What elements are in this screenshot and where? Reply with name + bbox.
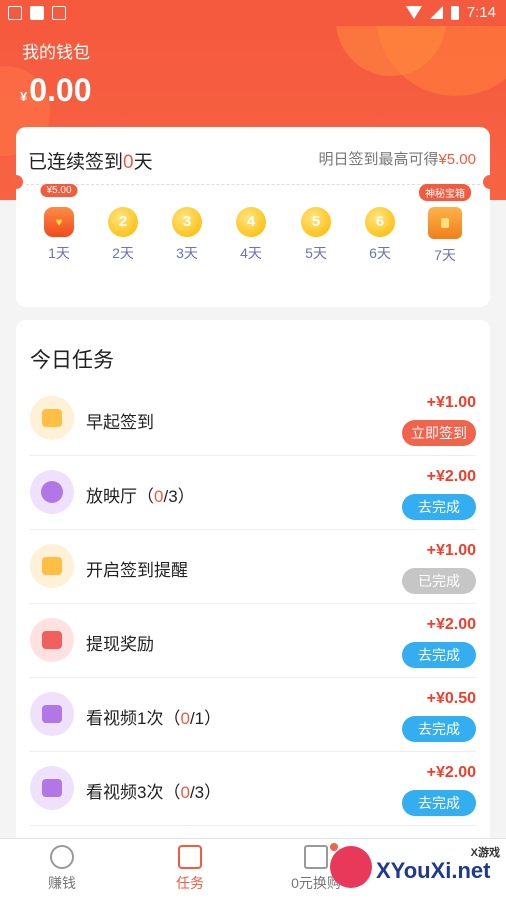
task-name: 开启签到提醒 [86, 561, 188, 580]
wallet-label[interactable]: 我的钱包 [22, 38, 90, 63]
task-reward: +¥1.00 [426, 394, 476, 411]
tab-label: 赚钱 [48, 875, 76, 891]
watermark-text: XYouXi.net [376, 858, 491, 883]
streak-title: 已连续签到0天 [28, 147, 153, 174]
day-2[interactable]: 2 2天 [98, 207, 148, 263]
watermark: X游戏 XYouXi.net [330, 840, 500, 892]
task-reward: +¥2.00 [426, 468, 476, 485]
card-notch [483, 175, 497, 189]
day-label: 1天 [48, 245, 70, 261]
day-5[interactable]: 5 5天 [291, 207, 341, 263]
alarm-clock-icon [30, 544, 74, 588]
video-icon [30, 766, 74, 810]
tasks-card: 今日任务 早起签到 +¥1.00 立即签到 放映厅（0/3） +¥2.00 去完… [16, 320, 490, 860]
day-label: 5天 [305, 245, 327, 261]
gamepad-logo-icon [330, 846, 372, 888]
task-name: 看视频3次（0/3） [86, 783, 222, 802]
task-reward: +¥2.00 [426, 764, 476, 781]
square-notification-icon [30, 6, 44, 20]
streak-prefix: 已连续签到 [28, 152, 124, 173]
task-name: 放映厅（0/3） [86, 487, 195, 506]
day-label: 6天 [369, 245, 391, 261]
film-reel-icon [30, 470, 74, 514]
bottom-tab-bar: 赚钱 任务 0元换购 X游戏 XYouXi.net [0, 838, 506, 900]
image-notification-icon [8, 6, 22, 20]
coin-icon: 2 [108, 207, 138, 237]
day-label: 4天 [240, 245, 262, 261]
checkin-card: 已连续签到0天 明日签到最高可得¥5.00 ¥5.00 ♥ 1天 2 2天 3 … [9, 127, 497, 307]
coin-tab-icon [50, 845, 74, 869]
app-notification-icon [52, 6, 66, 20]
red-packet-icon [30, 618, 74, 662]
tomorrow-reward: 明日签到最高可得¥5.00 [318, 148, 476, 169]
task-reward: +¥0.50 [426, 690, 476, 707]
wallet-balance[interactable]: ¥0.00 [20, 72, 92, 109]
task-row[interactable]: 开启签到提醒 +¥1.00 已完成 [16, 530, 490, 604]
coin-icon: 6 [365, 207, 395, 237]
treasure-chest-icon [428, 207, 462, 239]
wifi-icon [405, 6, 422, 19]
day-4[interactable]: 4 4天 [226, 207, 276, 263]
task-name: 提现奖励 [86, 635, 154, 654]
task-reward: +¥1.00 [426, 542, 476, 559]
currency-symbol: ¥ [20, 89, 28, 104]
chest-badge: 神秘宝箱 [419, 184, 471, 201]
task-tab-icon [178, 845, 202, 869]
tab-label: 任务 [176, 875, 204, 891]
tab-tasks[interactable]: 任务 [150, 845, 230, 893]
task-row[interactable]: 看视频1次（0/1） +¥0.50 去完成 [16, 678, 490, 752]
task-row[interactable]: 看视频3次（0/3） +¥2.00 去完成 [16, 752, 490, 826]
status-time: 7:14 [466, 4, 496, 21]
card-notch [9, 175, 23, 189]
checkin-now-button[interactable]: 立即签到 [402, 420, 476, 446]
today-reward-badge: ¥5.00 [40, 184, 78, 197]
day-3[interactable]: 3 3天 [162, 207, 212, 263]
day-1[interactable]: ¥5.00 ♥ 1天 [34, 184, 84, 263]
tomorrow-amount: ¥5.00 [438, 151, 476, 168]
video-icon [30, 692, 74, 736]
gift-icon: ♥ [44, 207, 74, 237]
coin-icon: 3 [172, 207, 202, 237]
status-bar: 7:14 [0, 0, 506, 26]
coin-icon: 5 [301, 207, 331, 237]
task-row[interactable]: 放映厅（0/3） +¥2.00 去完成 [16, 456, 490, 530]
go-complete-button[interactable]: 去完成 [402, 790, 476, 816]
task-row[interactable]: 提现奖励 +¥2.00 去完成 [16, 604, 490, 678]
go-complete-button[interactable]: 去完成 [402, 494, 476, 520]
day-label: 7天 [434, 247, 456, 263]
day-7[interactable]: 神秘宝箱 7天 [419, 184, 471, 265]
streak-suffix: 天 [133, 152, 153, 173]
checkin-days: ¥5.00 ♥ 1天 2 2天 3 3天 4 4天 5 5天 6 6天 神秘宝箱… [16, 184, 490, 297]
divider [26, 184, 480, 185]
balance-value: 0.00 [29, 72, 92, 108]
tomorrow-text: 明日签到最高可得 [318, 151, 439, 168]
task-reward: +¥2.00 [426, 616, 476, 633]
envelope-icon [30, 396, 74, 440]
task-name: 看视频1次（0/1） [86, 709, 222, 728]
streak-days: 0 [123, 152, 134, 173]
tab-earn[interactable]: 赚钱 [22, 845, 102, 893]
completed-button[interactable]: 已完成 [402, 568, 476, 594]
coin-icon: 4 [236, 207, 266, 237]
task-row[interactable]: 早起签到 +¥1.00 立即签到 [16, 382, 490, 456]
day-6[interactable]: 6 6天 [355, 207, 405, 263]
battery-icon [450, 5, 459, 20]
day-label: 2天 [112, 245, 134, 261]
task-name: 早起签到 [86, 413, 154, 432]
shop-tab-icon [304, 845, 328, 869]
go-complete-button[interactable]: 去完成 [402, 716, 476, 742]
tasks-title: 今日任务 [30, 349, 114, 372]
go-complete-button[interactable]: 去完成 [402, 642, 476, 668]
signal-icon [429, 6, 443, 19]
day-label: 3天 [176, 245, 198, 261]
